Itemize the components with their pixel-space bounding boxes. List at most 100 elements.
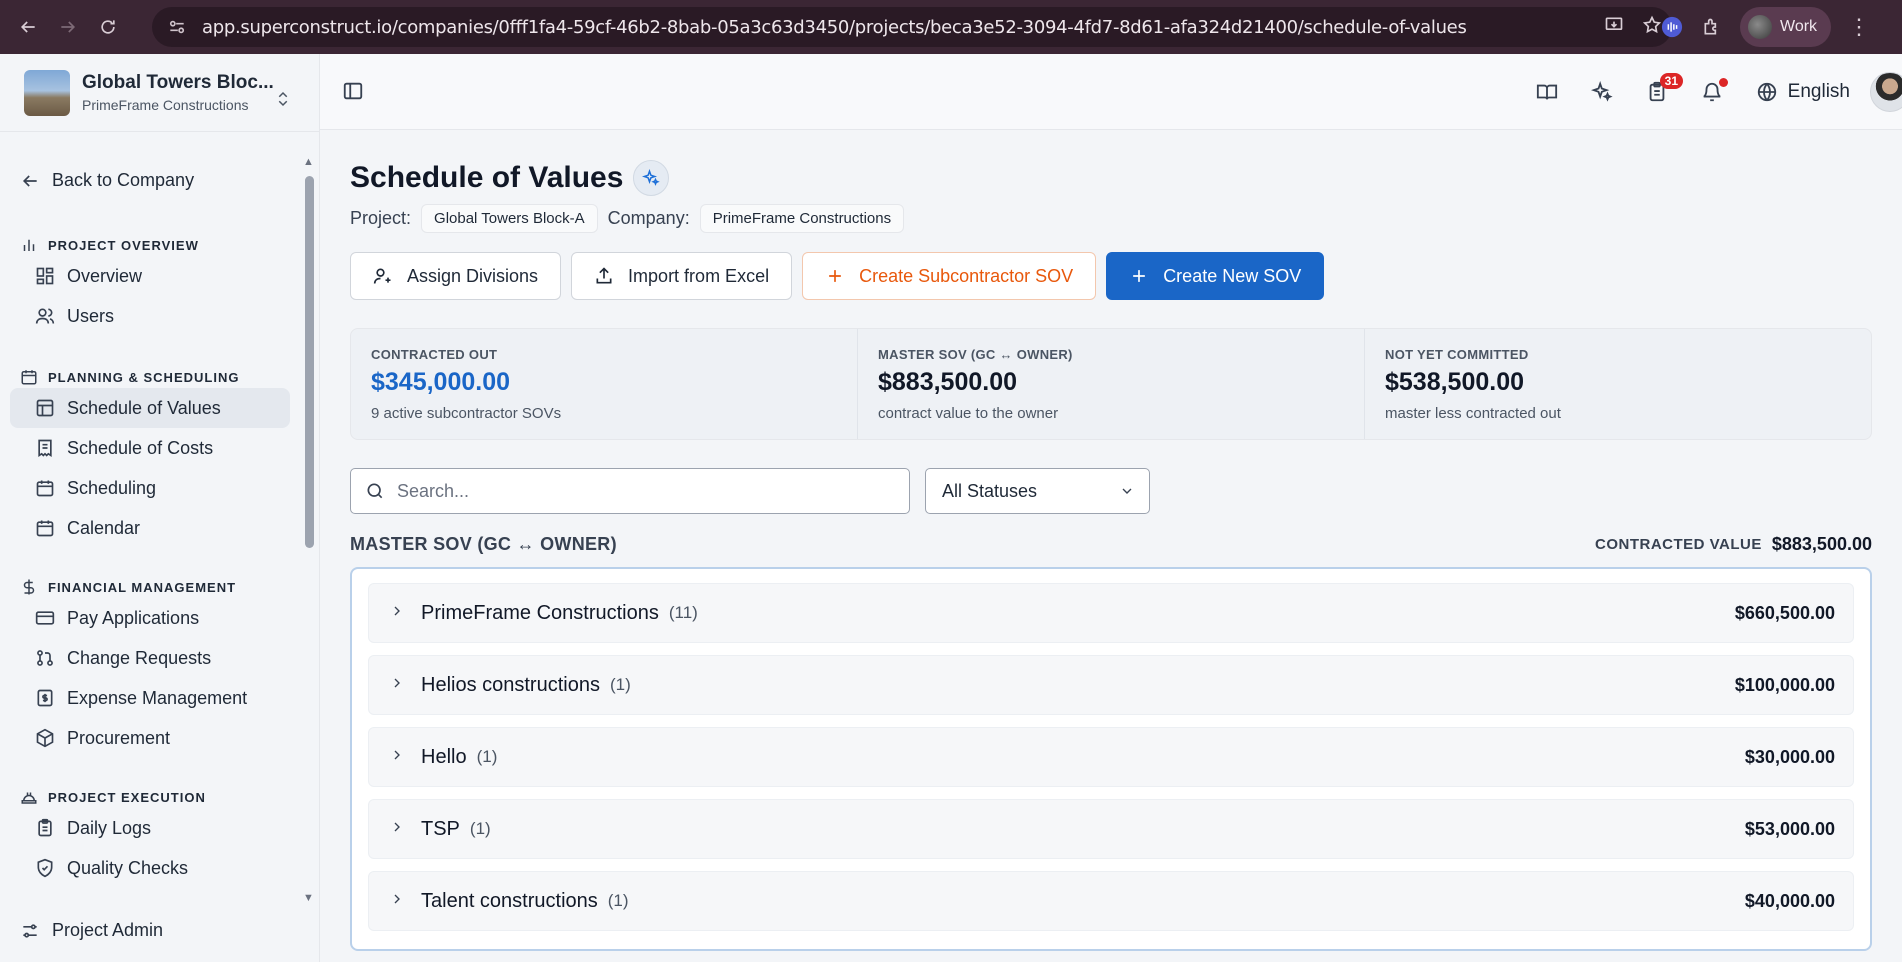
sidebar-item-users[interactable]: Users [10, 296, 290, 336]
back-to-company-label: Back to Company [52, 170, 195, 190]
scroll-down-icon[interactable]: ▼ [303, 892, 314, 904]
search-input[interactable] [397, 480, 877, 502]
dollar-icon [23, 579, 35, 595]
import-excel-button[interactable]: Import from Excel [571, 252, 793, 300]
sov-group-name: TSP [421, 817, 460, 840]
company-chip: PrimeFrame Constructions [699, 204, 905, 233]
notification-dot [1718, 78, 1728, 87]
sov-group-count: (1) [476, 747, 498, 766]
section-title: PROJECT OVERVIEW [48, 237, 199, 253]
bookmark-star-icon[interactable] [1642, 15, 1662, 40]
stat-not-yet-committed: NOT YET COMMITTED $538,500.00 master les… [1365, 329, 1871, 439]
tasks-clipboard-icon[interactable]: 31 [1630, 70, 1685, 114]
docs-book-icon[interactable] [1520, 70, 1575, 114]
chevron-right-icon[interactable] [389, 603, 409, 624]
create-subcontractor-sov-button[interactable]: Create Subcontractor SOV [802, 252, 1097, 300]
sov-group-name: Helios constructions [421, 673, 600, 696]
site-settings-icon[interactable] [166, 16, 188, 38]
sidebar-item-procurement[interactable]: Procurement [10, 718, 290, 758]
language-label: English [1787, 81, 1850, 102]
project-switcher[interactable]: Global Towers Bloc... PrimeFrame Constru… [0, 54, 319, 132]
project-admin-label: Project Admin [52, 920, 164, 940]
chevron-right-icon[interactable] [389, 675, 409, 696]
git-pull-request-icon [37, 650, 53, 666]
page-title: Schedule of Values [350, 161, 624, 194]
sidebar-item-label: Expense Management [67, 687, 248, 708]
sidebar-item-schedule-of-costs[interactable]: Schedule of Costs [10, 428, 290, 468]
project-name: Global Towers Bloc... [82, 72, 274, 93]
user-avatar[interactable] [1870, 72, 1902, 112]
page-meta: Project: Global Towers Block-A Company: … [350, 204, 905, 233]
sidebar-toggle-icon[interactable] [342, 80, 364, 107]
section-title: PROJECT EXECUTION [48, 789, 206, 805]
search-box[interactable] [350, 468, 910, 514]
extensions-puzzle-icon[interactable] [1700, 15, 1724, 39]
forward-arrow-icon[interactable] [48, 7, 88, 47]
sidebar-item-quality-checks[interactable]: Quality Checks [10, 848, 290, 888]
sparkles-icon [642, 169, 661, 186]
back-arrow-icon[interactable] [8, 7, 48, 47]
chevron-right-icon[interactable] [389, 747, 409, 768]
ai-sparkles-icon[interactable] [1575, 70, 1630, 114]
sov-group-name: PrimeFrame Constructions [421, 601, 659, 624]
master-sov-panel: PrimeFrame Constructions (11) $660,500.0… [350, 567, 1872, 951]
company-meta-label: Company: [607, 208, 690, 228]
sov-group-row[interactable]: Helios constructions (1) $100,000.00 [368, 655, 1854, 715]
back-to-company-link[interactable]: Back to Company [20, 170, 194, 191]
scrollbar-thumb[interactable] [305, 176, 314, 548]
dashboard-icon [36, 267, 54, 285]
sidebar-item-label: Quality Checks [67, 857, 189, 878]
status-filter-value: All Statuses [942, 480, 1038, 501]
chevron-right-icon[interactable] [389, 819, 409, 840]
top-bar: 31 English [320, 54, 1902, 130]
receipt-dollar-icon [37, 689, 53, 707]
sidebar-scrollbar[interactable]: ▲ ▼ [302, 156, 316, 906]
install-app-icon[interactable] [1604, 15, 1624, 40]
sov-group-amount: $53,000.00 [1744, 818, 1835, 839]
address-bar[interactable]: app.superconstruct.io/companies/0fff1fa4… [152, 7, 1672, 47]
profile-chip[interactable]: Work [1740, 7, 1832, 47]
sov-group-amount: $660,500.00 [1734, 602, 1835, 623]
sidebar-item-pay-applications[interactable]: Pay Applications [10, 598, 290, 638]
project-admin-link[interactable]: Project Admin [20, 920, 163, 941]
user-assign-icon [373, 268, 391, 284]
section-financial-management: FINANCIAL MANAGEMENT [20, 578, 236, 596]
contracted-value: CONTRACTED VALUE $883,500.00 [1595, 534, 1872, 555]
chevron-right-icon[interactable] [389, 891, 409, 912]
sidebar-item-overview[interactable]: Overview [10, 256, 290, 296]
sov-group-row[interactable]: TSP (1) $53,000.00 [368, 799, 1854, 859]
create-subcontractor-sov-label: Create Subcontractor SOV [859, 265, 1074, 286]
sov-group-row[interactable]: Talent constructions (1) $40,000.00 [368, 871, 1854, 931]
status-filter-select[interactable]: All Statuses [925, 468, 1150, 514]
sov-group-row[interactable]: Hello (1) $30,000.00 [368, 727, 1854, 787]
chevrons-up-down-icon[interactable] [274, 90, 292, 113]
project-company: PrimeFrame Constructions [82, 97, 249, 113]
sidebar-item-expense-management[interactable]: Expense Management [10, 678, 290, 718]
language-switcher[interactable]: English [1740, 81, 1870, 103]
ai-assist-button[interactable] [633, 160, 670, 196]
sidebar-item-schedule-of-values[interactable]: Schedule of Values [10, 388, 290, 428]
bell-icon[interactable] [1685, 70, 1740, 114]
stat-label: MASTER SOV (GC ↔ OWNER) [878, 347, 1073, 362]
hard-hat-icon [21, 792, 37, 804]
users-icon [35, 308, 55, 324]
sidebar-item-change-requests[interactable]: Change Requests [10, 638, 290, 678]
sliders-icon [23, 923, 37, 938]
sidebar-item-label: Schedule of Values [67, 397, 221, 418]
search-icon [367, 483, 383, 499]
voice-extension-icon[interactable] [1660, 15, 1684, 39]
assign-divisions-button[interactable]: Assign Divisions [350, 252, 562, 300]
stat-value: $345,000.00 [371, 368, 511, 396]
sov-group-row[interactable]: PrimeFrame Constructions (11) $660,500.0… [368, 583, 1854, 643]
sidebar-item-daily-logs[interactable]: Daily Logs [10, 808, 290, 848]
sov-group-name: Talent constructions [421, 889, 598, 912]
create-new-sov-button[interactable]: Create New SOV [1106, 252, 1325, 300]
plus-icon [1133, 270, 1146, 282]
url-text[interactable]: app.superconstruct.io/companies/0fff1fa4… [202, 17, 1467, 38]
sidebar-item-scheduling[interactable]: Scheduling [10, 468, 290, 508]
browser-menu-icon[interactable]: ⋮ [1847, 14, 1871, 40]
sidebar-item-calendar[interactable]: Calendar [10, 508, 290, 548]
reload-icon[interactable] [88, 7, 128, 47]
scroll-up-icon[interactable]: ▲ [303, 156, 314, 168]
master-sov-header: MASTER SOV (GC ↔ OWNER) CONTRACTED VALUE… [350, 534, 1872, 555]
